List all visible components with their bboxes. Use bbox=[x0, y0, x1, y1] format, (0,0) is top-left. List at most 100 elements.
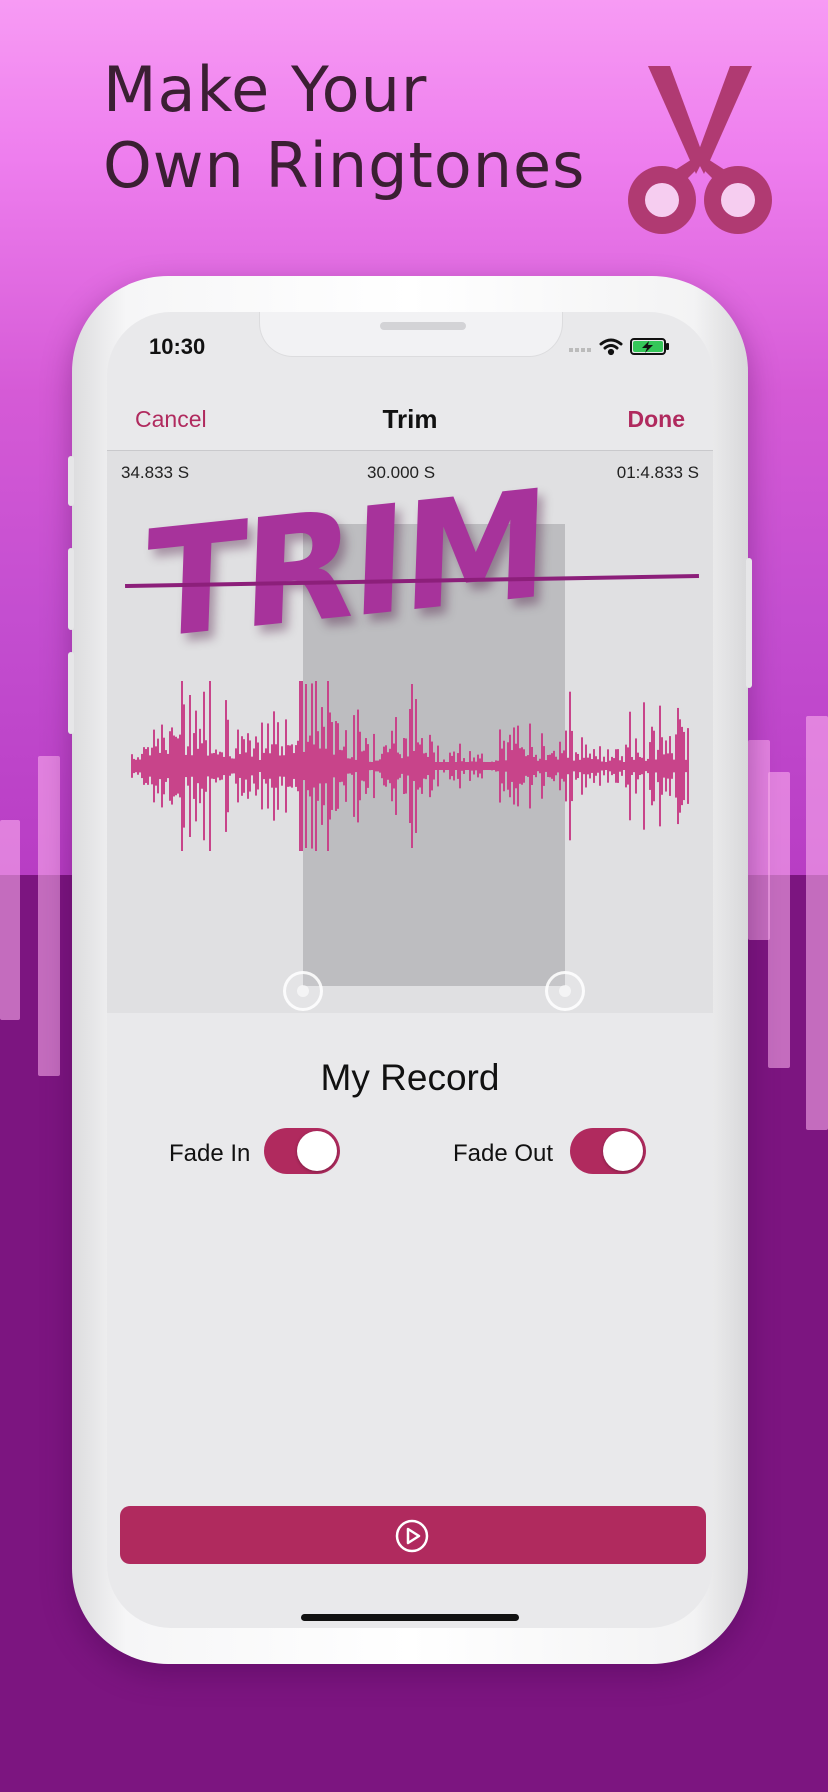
waveform-sample bbox=[229, 756, 231, 776]
phone-screen: 10:30 Trim Cancel Done 34.833 S 30.000 S… bbox=[107, 312, 713, 1628]
waveform-sample bbox=[603, 756, 605, 776]
waveform-sample bbox=[679, 719, 681, 813]
waveform-sample bbox=[255, 736, 257, 796]
waveform-sample bbox=[391, 730, 393, 802]
trim-start-handle[interactable] bbox=[283, 971, 323, 1011]
waveform-sample bbox=[567, 757, 569, 775]
play-button[interactable] bbox=[120, 1506, 706, 1564]
waveform-sample bbox=[247, 733, 249, 799]
waveform-sample bbox=[471, 761, 473, 771]
waveform-sample bbox=[531, 746, 533, 786]
waveform-sample bbox=[485, 762, 487, 770]
waveform-sample bbox=[541, 733, 543, 799]
waveform-sample bbox=[629, 711, 631, 821]
waveform-sample bbox=[141, 753, 143, 779]
waveform-sample bbox=[449, 752, 451, 780]
waveform-sample bbox=[243, 739, 245, 793]
waveform-sample bbox=[559, 741, 561, 791]
headline-line-2: Own Ringtones bbox=[103, 129, 586, 202]
waveform-sample bbox=[669, 736, 671, 796]
waveform-sample bbox=[675, 734, 677, 798]
waveform-sample bbox=[257, 742, 259, 790]
waveform-sample bbox=[179, 734, 181, 798]
trim-end-handle[interactable] bbox=[545, 971, 585, 1011]
waveform-sample bbox=[375, 760, 377, 772]
waveform-sample bbox=[349, 758, 351, 774]
waveform-sample bbox=[227, 719, 229, 813]
waveform-sample bbox=[315, 681, 317, 851]
waveform-sample bbox=[473, 757, 475, 775]
waveform-sample bbox=[445, 762, 447, 770]
waveform-editor[interactable]: 34.833 S 30.000 S 01:4.833 S TRIM bbox=[107, 451, 713, 1013]
promo-headline: Make Your Own Ringtones bbox=[103, 52, 585, 204]
waveform-sample bbox=[595, 756, 597, 776]
waveform-sample bbox=[171, 727, 173, 805]
waveform-sample bbox=[451, 755, 453, 777]
waveform-sample bbox=[377, 760, 379, 772]
fade-in-label: Fade In bbox=[169, 1140, 251, 1167]
waveform-sample bbox=[427, 756, 429, 776]
decor-bar bbox=[38, 756, 60, 1076]
play-circle-icon bbox=[395, 1519, 429, 1553]
phone-side-button bbox=[746, 558, 752, 688]
waveform-sample bbox=[133, 758, 135, 774]
waveform-sample bbox=[307, 741, 309, 791]
waveform-sample bbox=[293, 753, 295, 779]
waveform-sample bbox=[535, 754, 537, 778]
waveform-sample bbox=[251, 756, 253, 776]
waveform-sample bbox=[345, 730, 347, 802]
cancel-button[interactable]: Cancel bbox=[135, 406, 207, 433]
waveform-sample bbox=[207, 755, 209, 777]
waveform-sample bbox=[287, 745, 289, 787]
waveform-sample bbox=[601, 761, 603, 771]
waveform-sample bbox=[301, 681, 303, 851]
waveform-sample bbox=[605, 762, 607, 770]
fade-out-toggle[interactable] bbox=[570, 1128, 646, 1174]
waveform-sample bbox=[663, 754, 665, 778]
waveform-sample bbox=[161, 724, 163, 808]
waveform-sample bbox=[333, 754, 335, 778]
waveform-sample bbox=[649, 742, 651, 790]
waveform-sample bbox=[361, 751, 363, 781]
waveform-sample bbox=[687, 728, 689, 804]
waveform-sample bbox=[493, 762, 495, 770]
waveform-sample bbox=[469, 751, 471, 781]
waveform-sample bbox=[177, 738, 179, 794]
waveform-sample bbox=[135, 759, 137, 773]
waveform-sample bbox=[625, 744, 627, 788]
waveform-sample bbox=[343, 746, 345, 786]
waveform-sample bbox=[523, 749, 525, 783]
end-time-label: 01:4.833 S bbox=[616, 463, 699, 482]
waveform-sample bbox=[571, 730, 573, 802]
waveform-sample bbox=[597, 759, 599, 773]
waveform-sample bbox=[403, 738, 405, 794]
waveform-sample bbox=[387, 752, 389, 780]
waveform-sample bbox=[281, 746, 283, 786]
waveform-sample bbox=[335, 721, 337, 811]
waveform-sample bbox=[327, 681, 329, 851]
waveform-sample bbox=[145, 749, 147, 783]
waveform-sample bbox=[131, 754, 133, 778]
waveform-sample bbox=[633, 759, 635, 773]
waveform-sample bbox=[461, 761, 463, 771]
waveform-sample bbox=[557, 759, 559, 773]
waveform-sample bbox=[219, 751, 221, 781]
headline-line-1: Make Your bbox=[103, 53, 428, 126]
waveform-sample bbox=[351, 757, 353, 775]
fade-in-toggle[interactable] bbox=[264, 1128, 340, 1174]
waveform-sample bbox=[599, 746, 601, 786]
waveform-sample bbox=[215, 749, 217, 783]
waveform-sample bbox=[291, 744, 293, 788]
trim-overlay-text: TRIM bbox=[143, 457, 549, 673]
waveform-sample bbox=[501, 748, 503, 784]
waveform-sample bbox=[433, 752, 435, 780]
waveform-sample bbox=[453, 751, 455, 781]
waveform-sample bbox=[261, 722, 263, 810]
waveform-sample bbox=[489, 762, 491, 770]
waveform-sample bbox=[421, 738, 423, 794]
waveform-sample bbox=[553, 750, 555, 782]
waveform-sample bbox=[513, 727, 515, 805]
done-button[interactable]: Done bbox=[628, 406, 686, 433]
waveform-sample bbox=[167, 753, 169, 779]
waveform-sample bbox=[373, 733, 375, 799]
